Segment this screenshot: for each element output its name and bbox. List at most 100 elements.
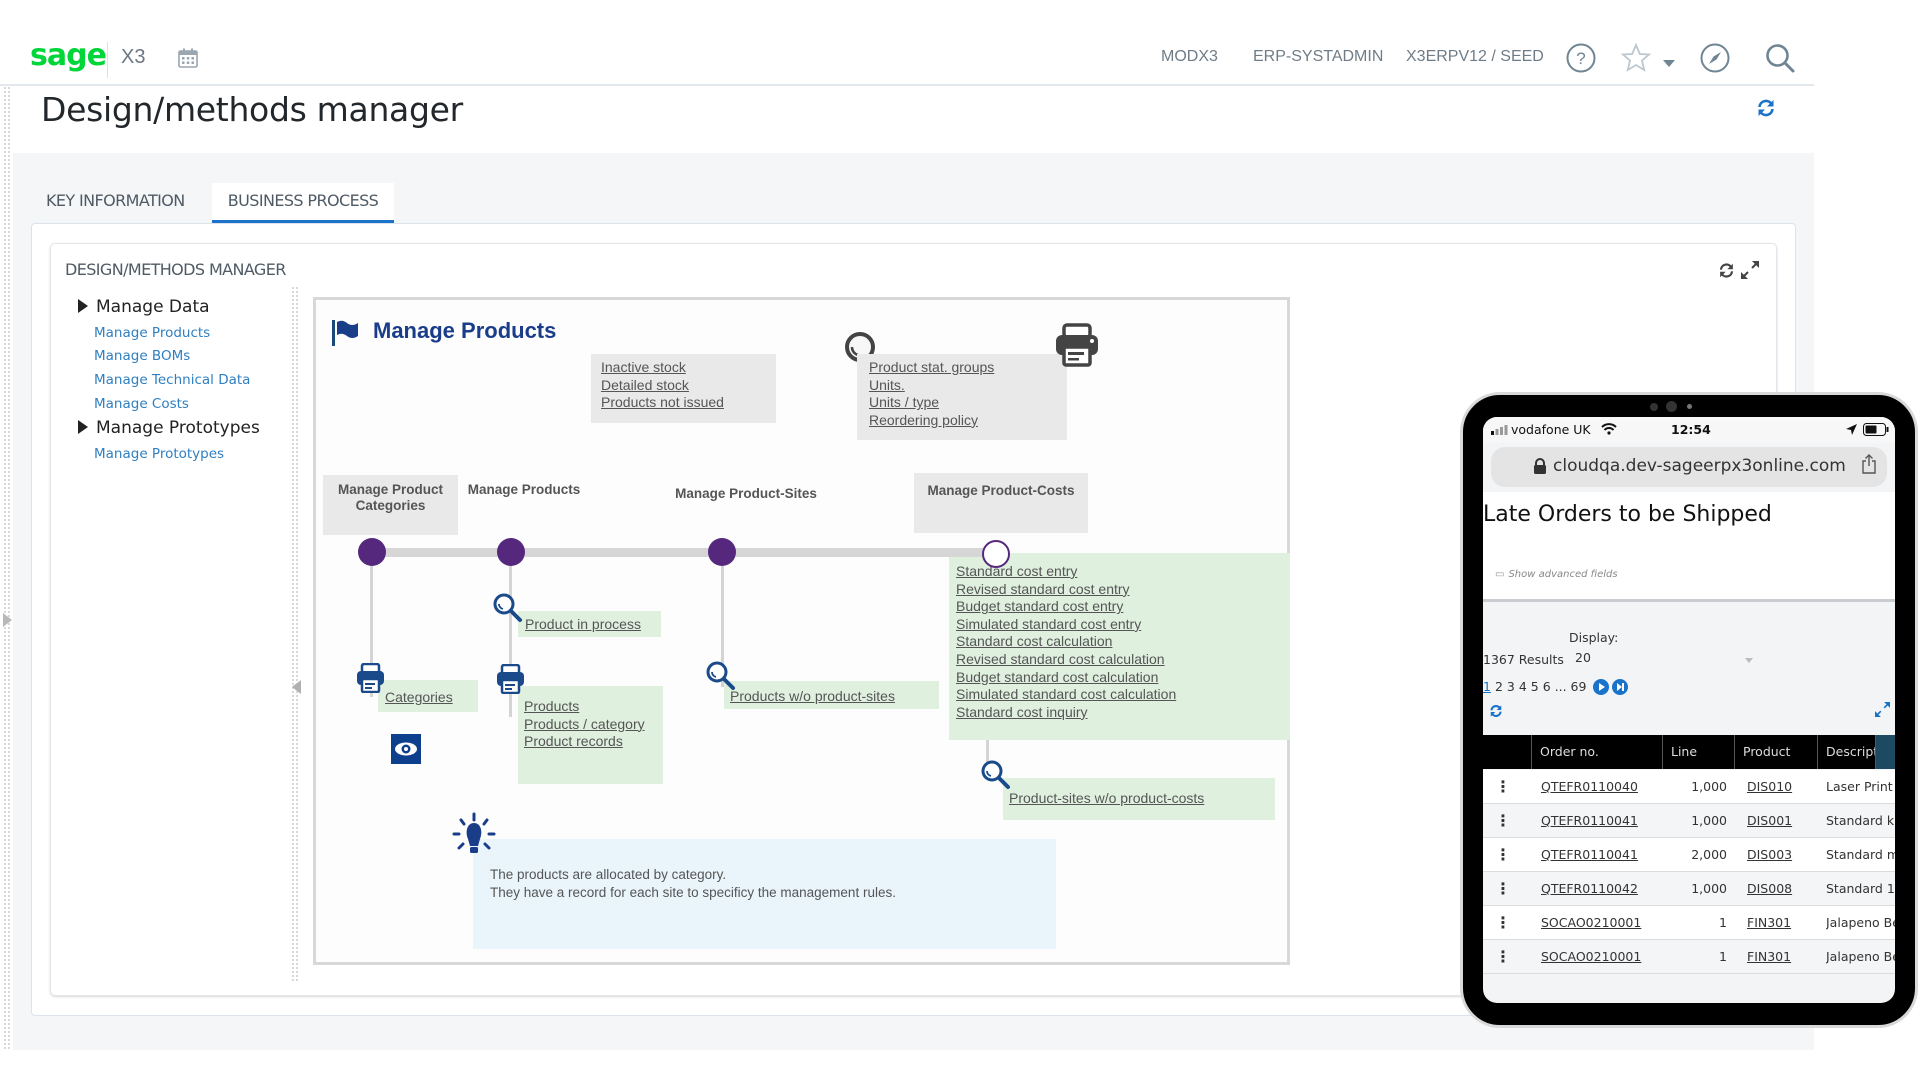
header-link-folder[interactable]: X3ERPV12 / SEED xyxy=(1406,48,1544,66)
help-icon[interactable]: ? xyxy=(1565,42,1597,74)
sage-logo[interactable]: sage xyxy=(30,38,107,73)
product-link[interactable]: DIS001 xyxy=(1747,804,1807,837)
order-link[interactable]: QTEFR0110041 xyxy=(1541,804,1659,837)
eye-icon[interactable] xyxy=(391,734,421,764)
page-1[interactable]: 1 xyxy=(1483,679,1491,694)
order-link[interactable]: SOCAO0210001 xyxy=(1541,940,1659,973)
link-inactive-stock[interactable]: Inactive stock xyxy=(601,359,776,377)
stage-label-product-costs[interactable]: Manage Product-Costs xyxy=(914,483,1088,499)
column-header-product[interactable]: Product xyxy=(1735,735,1818,769)
calendar-icon[interactable] xyxy=(178,48,198,68)
table-row[interactable]: ⋮ SOCAO0210001 1 FIN301 Jalapeno Be xyxy=(1483,906,1895,940)
stage-node-product-sites[interactable] xyxy=(708,538,736,566)
card-refresh-icon[interactable] xyxy=(1718,262,1735,279)
tree-item-manage-boms[interactable]: Manage BOMs xyxy=(94,348,190,364)
table-row[interactable]: ⋮ SOCAO0210001 1 FIN301 Jalapeno Be xyxy=(1483,940,1895,974)
link-units[interactable]: Units. xyxy=(869,377,1067,395)
url-bar[interactable]: cloudqa.dev-sageerpx3online.com xyxy=(1491,447,1887,487)
product-link[interactable]: DIS003 xyxy=(1747,838,1807,871)
link-simulated-standard-cost-calculation[interactable]: Simulated standard cost calculation xyxy=(956,686,1290,704)
link-products-not-issued[interactable]: Products not issued xyxy=(601,394,776,412)
next-page-icon[interactable] xyxy=(1593,679,1609,695)
table-row[interactable]: ⋮ QTEFR0110042 1,000 DIS008 Standard 1 xyxy=(1483,872,1895,906)
product-link[interactable]: FIN301 xyxy=(1747,906,1807,939)
show-advanced-fields-link[interactable]: ▭ Show advanced fields xyxy=(1495,569,1618,580)
table-row[interactable]: ⋮ QTEFR0110041 1,000 DIS001 Standard k xyxy=(1483,804,1895,838)
page-4[interactable]: 4 xyxy=(1519,679,1527,694)
link-product-in-process[interactable]: Product in process xyxy=(525,616,661,634)
tree-item-manage-prototypes[interactable]: Manage Prototypes xyxy=(94,446,224,462)
row-menu-icon[interactable]: ⋮ xyxy=(1495,838,1515,871)
row-menu-icon[interactable]: ⋮ xyxy=(1495,872,1515,905)
link-product-sites-wo-product-costs[interactable]: Product-sites w/o product-costs xyxy=(1009,790,1275,808)
link-revised-standard-cost-calculation[interactable]: Revised standard cost calculation xyxy=(956,651,1290,669)
row-menu-icon[interactable]: ⋮ xyxy=(1495,804,1515,837)
header-link-modx3[interactable]: MODX3 xyxy=(1161,48,1218,66)
page-2[interactable]: 2 xyxy=(1495,679,1503,694)
refresh-icon[interactable] xyxy=(1489,704,1503,718)
order-link[interactable]: SOCAO0210001 xyxy=(1541,906,1659,939)
tab-business-process[interactable]: BUSINESS PROCESS xyxy=(212,183,394,223)
link-categories[interactable]: Categories xyxy=(385,689,478,707)
link-revised-standard-cost-entry[interactable]: Revised standard cost entry xyxy=(956,581,1290,599)
tree-group-manage-prototypes[interactable]: Manage Prototypes xyxy=(78,418,260,438)
expand-icon[interactable] xyxy=(1741,261,1759,279)
link-products-category[interactable]: Products / category xyxy=(524,716,663,734)
stage-label-products[interactable]: Manage Products xyxy=(459,482,589,498)
link-budget-standard-cost-calculation[interactable]: Budget standard cost calculation xyxy=(956,669,1290,687)
stage-node-categories[interactable] xyxy=(358,538,386,566)
tree-item-manage-technical-data[interactable]: Manage Technical Data xyxy=(94,372,250,388)
product-link[interactable]: DIS008 xyxy=(1747,872,1807,905)
tree-item-manage-costs[interactable]: Manage Costs xyxy=(94,396,189,412)
collapse-tree-handle[interactable] xyxy=(292,680,301,694)
star-icon[interactable] xyxy=(1620,42,1652,74)
table-row[interactable]: ⋮ QTEFR0110041 2,000 DIS003 Standard m xyxy=(1483,838,1895,872)
link-product-records[interactable]: Product records xyxy=(524,733,663,751)
stage-node-product-costs[interactable] xyxy=(982,540,1010,568)
order-link[interactable]: QTEFR0110040 xyxy=(1541,770,1659,803)
column-scroll-handle[interactable] xyxy=(1876,735,1895,769)
stage-label-categories[interactable]: Manage Product Categories xyxy=(323,482,458,514)
display-dropdown-icon[interactable] xyxy=(1745,658,1753,663)
left-panel-resizer[interactable] xyxy=(3,86,11,1050)
refresh-icon[interactable] xyxy=(1756,98,1776,118)
chevron-down-icon[interactable] xyxy=(1663,60,1675,68)
column-header-description[interactable]: Descripti xyxy=(1818,735,1876,769)
product-link[interactable]: DIS010 xyxy=(1747,770,1807,803)
display-select[interactable]: 20 xyxy=(1575,650,1591,665)
share-icon[interactable] xyxy=(1861,454,1877,474)
tree-group-manage-data[interactable]: Manage Data xyxy=(78,297,210,317)
order-link[interactable]: QTEFR0110041 xyxy=(1541,838,1659,871)
link-standard-cost-inquiry[interactable]: Standard cost inquiry xyxy=(956,704,1290,722)
link-products-report[interactable]: Products xyxy=(524,698,663,716)
link-product-stat-groups[interactable]: Product stat. groups xyxy=(869,359,1067,377)
row-menu-icon[interactable]: ⋮ xyxy=(1495,940,1515,973)
expand-icon[interactable] xyxy=(1875,702,1890,717)
table-row[interactable]: ⋮ QTEFR0110040 1,000 DIS010 Laser Print xyxy=(1483,770,1895,804)
tab-key-information[interactable]: KEY INFORMATION xyxy=(46,183,185,223)
compass-icon[interactable] xyxy=(1699,42,1731,74)
page-69[interactable]: 69 xyxy=(1571,679,1587,694)
last-page-icon[interactable] xyxy=(1612,679,1628,695)
header-link-user[interactable]: ERP-SYSTADMIN xyxy=(1253,48,1383,66)
column-header-line[interactable]: Line xyxy=(1663,735,1735,769)
link-simulated-standard-cost-entry[interactable]: Simulated standard cost entry xyxy=(956,616,1290,634)
page-6[interactable]: 6 xyxy=(1543,679,1551,694)
expand-panel-handle[interactable] xyxy=(3,613,12,627)
link-detailed-stock[interactable]: Detailed stock xyxy=(601,377,776,395)
link-standard-cost-entry[interactable]: Standard cost entry xyxy=(956,563,1290,581)
tree-item-manage-products[interactable]: Manage Products xyxy=(94,325,210,341)
page-5[interactable]: 5 xyxy=(1531,679,1539,694)
page-3[interactable]: 3 xyxy=(1507,679,1515,694)
order-link[interactable]: QTEFR0110042 xyxy=(1541,872,1659,905)
link-standard-cost-calculation[interactable]: Standard cost calculation xyxy=(956,633,1290,651)
column-header-order-no[interactable]: Order no. xyxy=(1532,735,1663,769)
link-products-wo-product-sites[interactable]: Products w/o product-sites xyxy=(730,688,939,706)
stage-node-products[interactable] xyxy=(497,538,525,566)
product-link[interactable]: FIN301 xyxy=(1747,940,1807,973)
stage-label-product-sites[interactable]: Manage Product-Sites xyxy=(661,486,831,502)
row-menu-icon[interactable]: ⋮ xyxy=(1495,770,1515,803)
search-icon[interactable] xyxy=(1764,42,1796,74)
link-units-type[interactable]: Units / type xyxy=(869,394,1067,412)
link-reordering-policy[interactable]: Reordering policy xyxy=(869,412,1067,430)
